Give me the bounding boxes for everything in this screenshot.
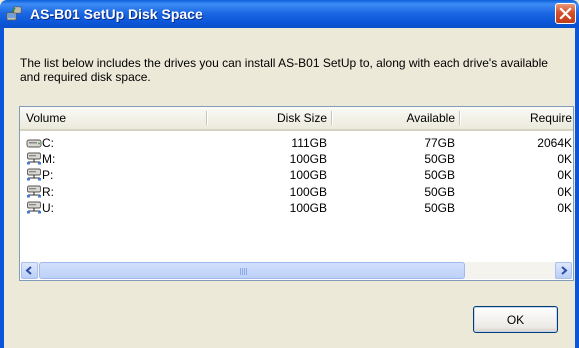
column-available[interactable]: Available xyxy=(335,107,455,129)
volume-cell: P: xyxy=(42,168,54,183)
column-volume[interactable]: Volume xyxy=(26,107,176,129)
scroll-right-button[interactable] xyxy=(555,262,572,279)
table-row[interactable]: P: 100GB 50GB 0K xyxy=(20,167,573,183)
disk-size-cell: 111GB xyxy=(291,136,327,150)
available-cell: 50GB xyxy=(424,200,455,215)
required-cell: 0K xyxy=(557,168,572,183)
available-cell: 77GB xyxy=(424,136,455,150)
description-text: The list below includes the drives you c… xyxy=(20,56,548,84)
chevron-right-icon xyxy=(561,266,568,275)
table-row[interactable]: U: 100GB 50GB 0K xyxy=(20,200,573,216)
network-drive-icon xyxy=(26,185,42,199)
disk-size-cell: 100GB xyxy=(289,184,327,199)
disk-size-cell: 100GB xyxy=(289,200,327,215)
column-required[interactable]: Require xyxy=(463,107,572,129)
available-cell: 50GB xyxy=(424,152,455,167)
column-divider[interactable] xyxy=(331,111,332,125)
available-cell: 50GB xyxy=(424,168,455,183)
network-drive-icon xyxy=(26,201,42,215)
window-frame-right xyxy=(575,28,579,348)
volume-cell: M: xyxy=(42,152,56,167)
column-disk-size[interactable]: Disk Size xyxy=(210,107,327,129)
ok-button[interactable]: OK xyxy=(473,306,558,333)
required-cell: 0K xyxy=(557,152,572,167)
network-drive-icon xyxy=(26,152,42,166)
volume-cell: U: xyxy=(42,200,54,215)
network-drive-icon xyxy=(26,168,42,182)
disk-size-cell: 100GB xyxy=(289,152,327,167)
scroll-thumb[interactable] xyxy=(39,262,465,279)
scroll-grip xyxy=(240,268,248,275)
volume-cell: C: xyxy=(42,136,54,150)
window-title: AS-B01 SetUp Disk Space xyxy=(30,6,203,22)
close-button[interactable] xyxy=(555,3,576,24)
column-divider[interactable] xyxy=(459,111,460,125)
available-cell: 50GB xyxy=(424,184,455,199)
required-cell: 0K xyxy=(557,184,572,199)
table-row[interactable]: R: 100GB 50GB 0K xyxy=(20,184,573,200)
table-row[interactable]: M: 100GB 50GB 0K xyxy=(20,151,573,167)
drives-list[interactable]: Volume Disk Size Available Require C: 111… xyxy=(19,106,574,281)
disk-size-cell: 100GB xyxy=(289,168,327,183)
close-icon xyxy=(559,7,572,20)
scroll-left-button[interactable] xyxy=(21,262,38,279)
setup-app-icon xyxy=(6,6,22,21)
required-cell: 2064K xyxy=(537,136,572,150)
chevron-left-icon xyxy=(25,266,32,275)
table-row[interactable]: C: 111GB 77GB 2064K xyxy=(20,135,573,151)
setup-disk-space-dialog: AS-B01 SetUp Disk Space The list below i… xyxy=(0,0,579,348)
column-divider[interactable] xyxy=(206,111,207,125)
list-header: Volume Disk Size Available Require xyxy=(20,107,573,131)
window-frame-left xyxy=(0,28,4,348)
title-bar[interactable]: AS-B01 SetUp Disk Space xyxy=(0,0,579,28)
horizontal-scrollbar[interactable] xyxy=(21,262,572,279)
volume-cell: R: xyxy=(42,184,54,199)
required-cell: 0K xyxy=(557,200,572,215)
local-disk-icon xyxy=(26,136,42,150)
